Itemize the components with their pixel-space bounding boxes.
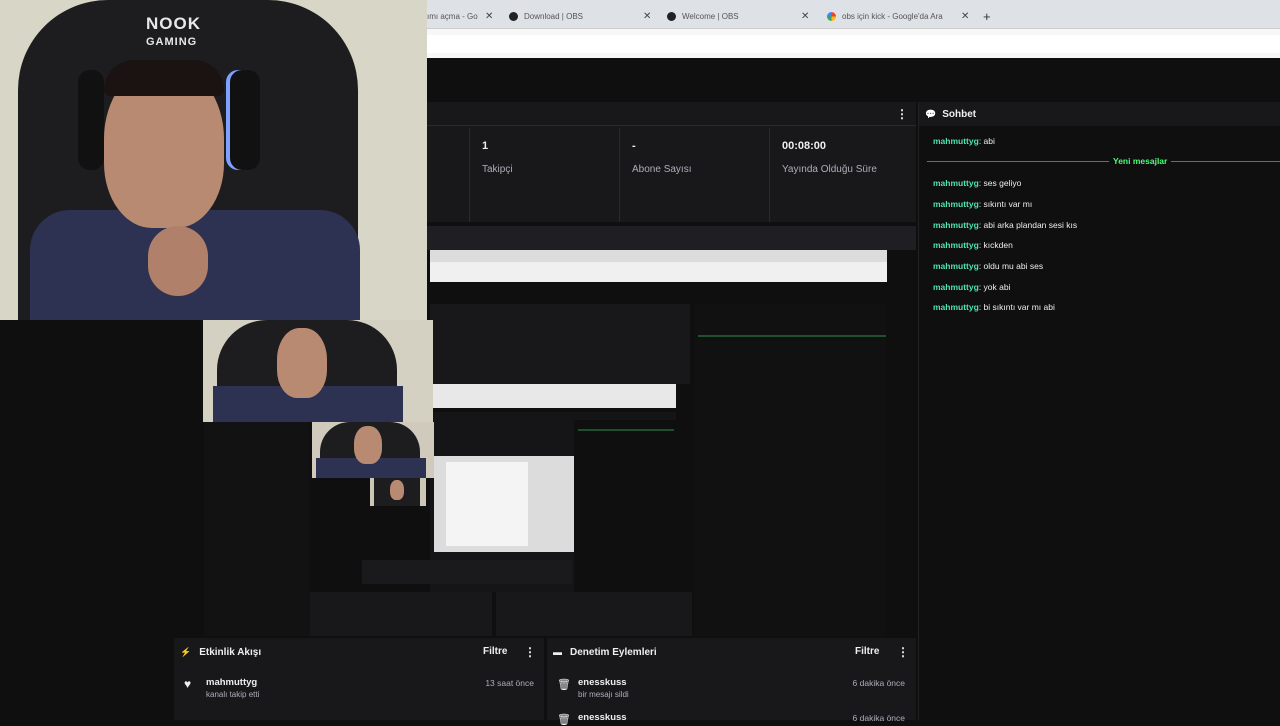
browser-tab-bar: ımı açma - Go ✕ Download | OBS ✕ Welcome…: [427, 0, 1280, 28]
stat-value: 1: [482, 140, 489, 152]
chat-text: abi: [983, 136, 995, 146]
stat-label: Takipçi: [482, 164, 513, 175]
heart-icon: ♥: [184, 677, 192, 691]
stat-label: Abone Sayısı: [632, 164, 692, 175]
chat-message: mahmuttyg: abi arka plandan sesi kıs: [933, 220, 1078, 230]
webcam-person-face: [390, 480, 404, 500]
more-options-icon[interactable]: ⋮: [524, 645, 536, 659]
chat-username[interactable]: mahmuttyg: [933, 199, 979, 209]
chat-title: Sohbet: [942, 108, 977, 120]
chat-panel: 💬 Sohbet mahmuttyg: abi Yeni mesajlar ma…: [918, 102, 1280, 720]
stat-value: -: [632, 140, 636, 152]
chat-message: mahmuttyg: ses geliyo: [933, 178, 1022, 188]
lightning-icon: ⚡: [180, 646, 192, 657]
more-options-icon[interactable]: ⋮: [897, 645, 909, 659]
stat-subscribers: - Abone Sayısı: [619, 128, 769, 222]
tab-title: obs için kick - Google'da Ara: [842, 11, 943, 21]
chat-username[interactable]: mahmuttyg: [933, 261, 979, 271]
chat-username[interactable]: mahmuttyg: [933, 178, 979, 188]
close-icon[interactable]: ✕: [961, 11, 969, 22]
chair-brand-logo: NOOK GAMING: [146, 14, 201, 49]
stat-uptime: 00:08:00 Yayında Olduğu Süre: [769, 128, 916, 222]
chat-text: yok abi: [983, 282, 1011, 292]
chat-message: mahmuttyg: bi sıkıntı var mı abi: [933, 302, 1055, 312]
webcam-person-hand: [148, 226, 208, 296]
webcam-overlay: NOOK GAMING: [0, 0, 427, 320]
stat-followers: 1 Takipçi: [469, 128, 619, 222]
stream-stats-panel: ⋮ 1 Takipçi - Abone Sayısı 00:08:00 Yayı…: [427, 102, 916, 222]
webcam-person-hair: [104, 60, 224, 96]
browser-tab[interactable]: obs için kick - Google'da Ara ✕: [827, 4, 975, 28]
stats-panel-header: ⋮: [427, 102, 916, 126]
moderation-event-time: 6 dakika önce: [852, 678, 905, 688]
chat-message: mahmuttyg: kıckden: [933, 240, 1013, 250]
moderation-filter-button[interactable]: Filtre: [855, 646, 879, 657]
headphone-right-icon: [226, 70, 260, 170]
chat-bubble-icon: 💬: [925, 108, 937, 119]
chat-text: sıkıntı var mı: [983, 199, 1033, 209]
moderation-title: Denetim Eylemleri: [570, 646, 657, 658]
google-icon: [827, 11, 836, 21]
chat-message: mahmuttyg: abi: [933, 136, 995, 146]
chat-username[interactable]: mahmuttyg: [933, 136, 979, 146]
new-messages-divider: [927, 161, 1280, 162]
tab-title: Download | OBS: [524, 11, 583, 21]
webcam-person-face: [277, 328, 327, 398]
headphone-left-icon: [78, 70, 104, 170]
activity-filter-button[interactable]: Filtre: [483, 646, 507, 657]
chat-message: mahmuttyg: yok abi: [933, 282, 1011, 292]
moderation-panel: ▬ Denetim Eylemleri Filtre ⋮ 🗑 enesskuss…: [547, 638, 916, 726]
webcam-capture-nested: [203, 320, 433, 422]
webcam-capture-nested: [312, 422, 434, 478]
activity-event-desc: kanalı takip etti: [206, 690, 260, 699]
moderation-event-time: 6 dakika önce: [852, 713, 905, 723]
moderation-event-user[interactable]: enesskuss: [578, 712, 627, 723]
address-bar[interactable]: [427, 28, 1280, 58]
obs-icon: [667, 11, 676, 21]
stat-value: 00:08:00: [782, 140, 827, 152]
chat-username[interactable]: mahmuttyg: [933, 220, 979, 230]
activity-event-user[interactable]: mahmuttyg: [206, 677, 257, 688]
trash-icon: 🗑: [557, 679, 571, 691]
tab-title: ımı açma - Go: [427, 11, 478, 21]
chat-text: bi sıkıntı var mı abi: [983, 302, 1055, 312]
moderation-icon: ▬: [553, 647, 562, 657]
chat-username[interactable]: mahmuttyg: [933, 240, 979, 250]
chat-text: abi arka plandan sesi kıs: [983, 220, 1078, 230]
close-icon[interactable]: ✕: [801, 11, 809, 22]
dashboard-top-nav: [427, 58, 1280, 100]
browser-tab[interactable]: Welcome | OBS ✕: [667, 4, 817, 28]
chat-text: oldu mu abi ses: [983, 261, 1044, 271]
browser-tab[interactable]: ımı açma - Go ✕: [427, 4, 497, 28]
tab-title: Welcome | OBS: [682, 11, 739, 21]
browser-tab[interactable]: Download | OBS ✕: [509, 4, 659, 28]
activity-feed-title: Etkinlik Akışı: [199, 646, 262, 658]
chat-text: kıckden: [983, 240, 1013, 250]
stat-label: Yayında Olduğu Süre: [782, 164, 877, 175]
new-messages-label: Yeni mesajlar: [1109, 156, 1172, 166]
webcam-person-face: [354, 426, 382, 464]
moderation-event-desc: bir mesajı sildi: [578, 690, 629, 699]
chat-username[interactable]: mahmuttyg: [933, 302, 979, 312]
more-options-icon[interactable]: ⋮: [896, 107, 908, 121]
chat-username[interactable]: mahmuttyg: [933, 282, 979, 292]
obs-icon: [509, 11, 518, 21]
address-input[interactable]: [427, 35, 1280, 53]
close-icon[interactable]: ✕: [643, 11, 651, 22]
close-icon[interactable]: ✕: [485, 11, 493, 22]
chat-message: mahmuttyg: sıkıntı var mı: [933, 199, 1033, 209]
preview-header: [427, 226, 916, 250]
new-tab-button[interactable]: +: [983, 4, 1003, 28]
activity-event-time: 13 saat önce: [485, 678, 534, 688]
chat-message: mahmuttyg: oldu mu abi ses: [933, 261, 1044, 271]
webcam-capture-nested: [370, 478, 426, 506]
activity-feed-panel: ⚡ Etkinlik Akışı Filtre ⋮ ♥ mahmuttyg ka…: [174, 638, 544, 720]
chat-header: 💬 Sohbet: [919, 102, 1280, 126]
chat-text: ses geliyo: [983, 178, 1022, 188]
moderation-event-user[interactable]: enesskuss: [578, 677, 627, 688]
